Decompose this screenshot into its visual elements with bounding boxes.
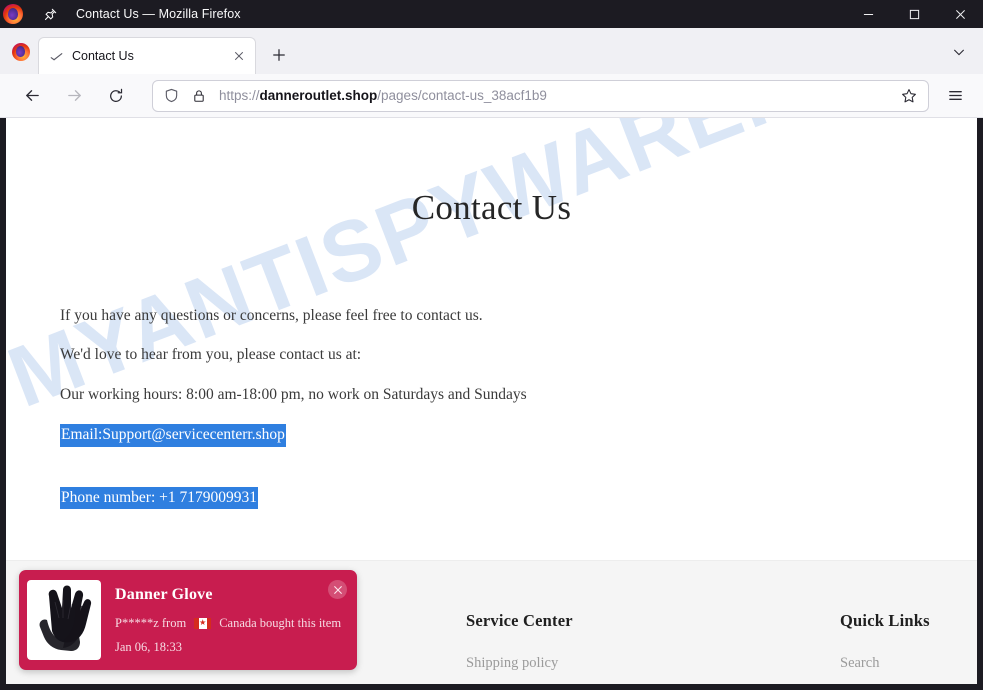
pin-icon[interactable]: [42, 6, 58, 22]
tab-title: Contact Us: [72, 49, 134, 63]
window-title: Contact Us — Mozilla Firefox: [76, 7, 241, 21]
hamburger-menu-icon[interactable]: [939, 80, 971, 112]
contact-phone-line[interactable]: Phone number: +1 7179009931: [60, 486, 259, 509]
phone-line-wrapper: Phone number: +1 7179009931: [60, 486, 977, 529]
footer-heading-quick-links: Quick Links: [840, 611, 930, 630]
contact-paragraph: If you have any questions or concerns, p…: [60, 307, 483, 324]
site-favicon-icon: [49, 49, 64, 64]
new-tab-button[interactable]: [264, 40, 294, 70]
lock-icon[interactable]: [190, 87, 207, 104]
footer-column-service-center: Service Center Shipping policy Return po…: [466, 611, 840, 684]
sales-notification-popup[interactable]: Danner Glove P*****z from ★ Canada bough…: [19, 570, 357, 670]
minimize-button[interactable]: [845, 0, 891, 28]
navigation-toolbar: https://danneroutlet.shop/pages/contact-…: [0, 74, 983, 118]
url-text[interactable]: https://danneroutlet.shop/pages/contact-…: [219, 88, 898, 103]
popup-buyer-country: Canada bought this item: [219, 615, 342, 630]
close-window-button[interactable]: [937, 0, 983, 28]
email-line-wrapper: Email:Support@servicecenterr.shop: [60, 424, 977, 466]
contact-paragraph: Our working hours: 8:00 am-18:00 pm, no …: [60, 385, 527, 403]
maximize-button[interactable]: [891, 0, 937, 28]
danner-glove-product-image: [39, 585, 92, 651]
browser-tab[interactable]: Contact Us: [38, 37, 256, 74]
page-title: Contact Us: [411, 188, 572, 227]
forward-button[interactable]: [58, 80, 90, 112]
page-content: If you have any questions or concerns, p…: [6, 228, 977, 529]
url-scheme: https://: [219, 88, 260, 103]
popup-product-title[interactable]: Danner Glove: [115, 586, 349, 604]
back-button[interactable]: [16, 80, 48, 112]
reload-button[interactable]: [100, 80, 132, 112]
footer-link-shipping-policy[interactable]: Shipping policy: [466, 655, 840, 672]
tab-strip: Contact Us: [0, 28, 983, 74]
popup-close-icon[interactable]: [328, 580, 347, 599]
url-bar[interactable]: https://danneroutlet.shop/pages/contact-…: [152, 79, 929, 112]
list-all-tabs-icon[interactable]: [945, 38, 973, 66]
footer-column-quick-links: Quick Links Search Login: [840, 611, 977, 684]
contact-paragraph: We'd love to hear from you, please conta…: [60, 346, 362, 364]
popup-buyer-line: P*****z from ★ Canada bought this item: [115, 616, 349, 631]
page-viewport: MYANTISPYWARE.COM Contact Us If you have…: [0, 118, 983, 690]
popup-timestamp: Jan 06, 18:33: [115, 639, 183, 654]
popup-buyer-name: P*****z from: [115, 615, 187, 630]
shield-icon[interactable]: [163, 87, 180, 104]
window-controls: [845, 0, 983, 28]
canada-flag-icon: ★: [194, 617, 212, 629]
product-thumbnail: [27, 580, 101, 660]
contact-email-line[interactable]: Email:Support@servicecenterr.shop: [60, 424, 286, 447]
firefox-logo-icon: [2, 3, 24, 25]
footer-link-search[interactable]: Search: [840, 655, 977, 672]
firefox-app-icon: [8, 39, 34, 65]
popup-body: Danner Glove P*****z from ★ Canada bough…: [101, 586, 349, 655]
footer-heading-service-center: Service Center: [466, 611, 573, 630]
title-bar: Contact Us — Mozilla Firefox: [0, 0, 983, 28]
web-page: MYANTISPYWARE.COM Contact Us If you have…: [6, 118, 977, 684]
browser-window: Contact Us — Mozilla Firefox Contact Us: [0, 0, 983, 690]
url-host: danneroutlet.shop: [259, 88, 378, 103]
tab-close-icon[interactable]: [229, 46, 249, 66]
url-path: /pages/contact-us_38acf1b9: [377, 88, 547, 103]
bookmark-star-icon[interactable]: [898, 85, 920, 107]
